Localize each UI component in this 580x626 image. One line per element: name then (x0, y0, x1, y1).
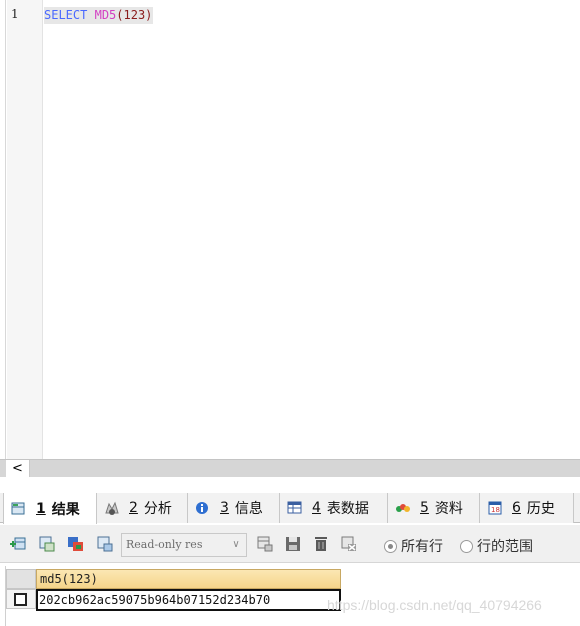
result-tabs: 1 结果 2 分析 3 信息 4 表数据 5 资料 18 6 历史 (0, 493, 580, 524)
result-cell[interactable]: 202cb962ac59075b964b07152d234b70 (36, 589, 341, 611)
tab-profile-label: 分析 (143, 501, 172, 517)
tab-table-data-label: 表数据 (326, 501, 369, 517)
tab-history-number: 6 (512, 500, 521, 516)
radio-all-rows[interactable]: 所有行 (384, 536, 443, 556)
watermark: https://blog.csdn.net/qq_40794266 (327, 597, 542, 613)
line-number-gutter: 1 (7, 0, 43, 460)
tab-profile[interactable]: 2 分析 (97, 493, 188, 523)
readonly-select[interactable]: Read-only res ∨ (121, 533, 247, 557)
tab-result-number: 1 (36, 500, 46, 517)
tab-info-number: 3 (220, 500, 229, 516)
readonly-select-value: Read-only res (126, 538, 203, 551)
info-icon (196, 502, 208, 514)
tab-result-label: 结果 (51, 501, 80, 518)
calendar-icon: 18 (488, 501, 502, 515)
radio-dot (384, 539, 397, 553)
add-row-icon[interactable] (8, 534, 28, 554)
chart-icon (396, 504, 410, 512)
tab-profile-number: 2 (129, 500, 138, 516)
column-header[interactable]: md5(123) (36, 569, 341, 589)
copy-row-icon[interactable] (37, 534, 57, 554)
sql-keyword: SELECT (44, 8, 88, 22)
sql-editor[interactable]: 1 SELECT MD5(123) (0, 0, 580, 460)
save-icon[interactable] (283, 534, 303, 554)
radio-row-range[interactable]: 行的范围 (460, 536, 533, 556)
delete-icon[interactable] (311, 534, 331, 554)
tab-table-data[interactable]: 4 表数据 (280, 493, 388, 523)
tab-info-schema-label: 资料 (434, 501, 463, 517)
tab-info-schema-number: 5 (420, 500, 429, 516)
chevron-down-icon: ∨ (232, 539, 240, 550)
tab-history[interactable]: 18 6 历史 (480, 493, 574, 523)
tab-history-label: 历史 (526, 501, 555, 517)
row-checkbox[interactable] (14, 593, 27, 606)
editor-left-border (0, 0, 6, 460)
row-selector[interactable] (6, 589, 36, 609)
horizontal-scrollbar[interactable]: < (0, 459, 580, 477)
result-grid-icon (11, 502, 25, 514)
result-grid: md5(123) 202cb962ac59075b964b07152d234b7… (0, 566, 580, 626)
tab-info-schema[interactable]: 5 资料 (388, 493, 480, 523)
result-toolbar: Read-only res ∨ 所有行 行的范围 (0, 525, 580, 563)
line-number: 1 (11, 7, 19, 21)
grid-corner-cell[interactable] (6, 569, 36, 589)
radio-row-range-label: 行的范围 (477, 539, 533, 555)
tab-table-data-number: 4 (312, 500, 321, 516)
scroll-left-button[interactable]: < (6, 460, 30, 477)
table-data-icon (287, 501, 302, 514)
tab-result[interactable]: 1 结果 (3, 493, 97, 524)
svg-text:18: 18 (491, 506, 500, 514)
profile-icon (105, 501, 119, 515)
refresh-icon[interactable] (255, 534, 275, 554)
tab-info-label: 信息 (234, 501, 263, 517)
sql-function: MD5 (94, 8, 117, 22)
export-icon[interactable] (66, 534, 86, 554)
code-line[interactable]: SELECT MD5(123) (44, 7, 154, 24)
cancel-icon[interactable] (339, 534, 359, 554)
sql-args: (123) (116, 8, 153, 22)
import-icon[interactable] (95, 534, 115, 554)
radio-all-rows-label: 所有行 (401, 539, 443, 555)
radio-dot (460, 539, 473, 553)
tab-info[interactable]: 3 信息 (188, 493, 280, 523)
